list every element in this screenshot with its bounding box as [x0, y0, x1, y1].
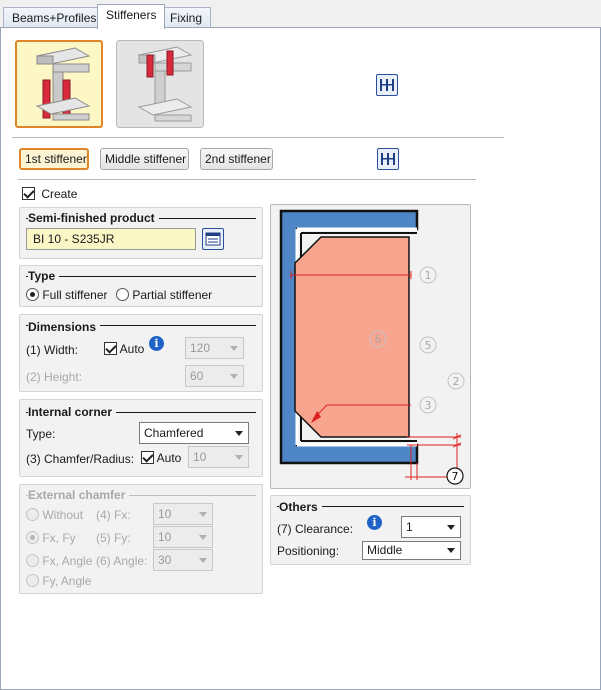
info-icon[interactable]: i	[367, 515, 382, 530]
callout-2: 2	[453, 375, 460, 388]
width-auto-label: Auto	[119, 342, 145, 356]
full-stiffener-radio[interactable]	[26, 288, 39, 301]
fx-value: 10	[158, 507, 172, 521]
partial-stiffener-label: Partial stiffener	[132, 288, 213, 302]
angle-value: 30	[158, 553, 172, 567]
info-icon[interactable]: i	[149, 336, 164, 351]
tab-fixing[interactable]: Fixing	[161, 7, 212, 28]
distribute-icon	[381, 153, 395, 165]
type-group: Type Full stiffener Partial stiffener	[19, 265, 263, 307]
clearance-value: 1	[406, 520, 413, 534]
internal-corner-group: Internal corner Type: Chamfered (3) Cham…	[19, 399, 263, 477]
callout-1: 1	[425, 269, 432, 282]
dimensions-title: Dimensions	[28, 320, 101, 334]
create-checkbox[interactable]	[22, 187, 35, 200]
callout-3: 3	[425, 399, 432, 412]
fx-angle-label: Fx, Angle	[42, 554, 93, 568]
divider	[12, 137, 504, 138]
catalog-icon	[205, 232, 221, 246]
others-title: Others	[279, 500, 322, 514]
fy-angle-radio-row[interactable]: Fy, Angle	[26, 574, 91, 588]
height-combo[interactable]: 60	[185, 365, 244, 387]
positioning-combo[interactable]: Middle	[362, 541, 461, 560]
corner-type-label: Type:	[26, 427, 56, 441]
stiffener-partial-icon	[137, 46, 193, 122]
corner-type-value: Chamfered	[144, 426, 204, 440]
fy-angle-radio[interactable]	[26, 574, 39, 587]
middle-stiffener-button[interactable]: Middle stiffener	[100, 148, 189, 170]
fx-label: (4) Fx:	[96, 508, 131, 522]
fy-value: 10	[158, 530, 172, 544]
height-label: (2) Height:	[26, 370, 83, 384]
corner-type-combo[interactable]: Chamfered	[139, 422, 249, 444]
chamfer-auto-row[interactable]: Auto	[141, 451, 181, 465]
distribute-icon	[380, 79, 394, 91]
stiffener-diagram: 1 2 3 5 6 7	[270, 204, 471, 489]
full-stiffener-label: Full stiffener	[42, 288, 108, 302]
chamfer-label: (3) Chamfer/Radius:	[26, 452, 135, 466]
clearance-combo[interactable]: 1	[401, 516, 461, 538]
angle-label: (6) Angle:	[96, 554, 148, 568]
chamfer-value: 10	[193, 450, 207, 464]
fy-angle-label: Fy, Angle	[42, 574, 92, 588]
width-label: (1) Width:	[26, 343, 79, 357]
chamfer-combo[interactable]: 10	[188, 446, 249, 468]
tab-strip: Beams+Profiles Stiffeners Fixing	[0, 0, 601, 29]
fx-fy-radio-row[interactable]: Fx, Fy	[26, 531, 76, 545]
width-auto-checkbox[interactable]	[104, 342, 117, 355]
divider	[18, 179, 476, 180]
callout-7: 7	[452, 470, 459, 483]
chamfer-auto-checkbox[interactable]	[141, 451, 154, 464]
internal-corner-title: Internal corner	[28, 405, 117, 419]
second-stiffener-button[interactable]: 2nd stiffener	[200, 148, 273, 170]
create-checkbox-row[interactable]: Create	[22, 187, 77, 201]
width-auto-row[interactable]: Auto	[104, 342, 144, 356]
others-group: Others (7) Clearance: i 1 Positioning: M…	[270, 495, 471, 565]
fx-angle-radio[interactable]	[26, 554, 39, 567]
semi-finished-group: Semi-finished product BI 10 - S235JR	[19, 207, 263, 259]
fx-fy-radio[interactable]	[26, 531, 39, 544]
positioning-value: Middle	[367, 543, 403, 557]
fx-fy-label: Fx, Fy	[42, 531, 76, 545]
dimensions-group: Dimensions (1) Width: Auto i 120 (2) Hei…	[19, 314, 263, 392]
catalog-button[interactable]	[202, 228, 224, 250]
tab-beams-profiles[interactable]: Beams+Profiles	[3, 7, 106, 28]
positioning-label: Positioning:	[277, 544, 340, 558]
stiffener-full-icon	[35, 47, 91, 121]
chamfer-auto-label: Auto	[156, 451, 182, 465]
stiffener-diagram-drawing: 1 2 3 5 6 7	[279, 209, 465, 485]
external-chamfer-title: External chamfer	[28, 488, 130, 502]
width-combo[interactable]: 120	[185, 337, 244, 359]
angle-combo[interactable]: 30	[153, 549, 213, 571]
full-stiffener-radio-row[interactable]: Full stiffener	[26, 288, 107, 302]
external-chamfer-group: External chamfer Without Fx, Fy Fx, Angl…	[19, 484, 263, 594]
fx-combo[interactable]: 10	[153, 503, 213, 525]
without-radio-row[interactable]: Without	[26, 508, 83, 522]
callout-5: 5	[425, 339, 432, 352]
first-stiffener-button[interactable]: 1st stiffener	[19, 148, 89, 170]
full-stiffener-type-button[interactable]	[15, 40, 103, 128]
type-title: Type	[28, 269, 60, 283]
distribute-stiffeners-button[interactable]	[376, 74, 398, 96]
tab-stiffeners[interactable]: Stiffeners	[97, 4, 166, 29]
fy-label: (5) Fy:	[96, 531, 131, 545]
partial-stiffener-type-button[interactable]	[116, 40, 204, 128]
fy-combo[interactable]: 10	[153, 526, 213, 548]
callout-6: 6	[375, 333, 382, 346]
fx-angle-radio-row[interactable]: Fx, Angle	[26, 554, 92, 568]
without-radio[interactable]	[26, 508, 39, 521]
clearance-label: (7) Clearance:	[277, 522, 354, 536]
width-value: 120	[190, 341, 211, 355]
semi-finished-title: Semi-finished product	[28, 211, 159, 225]
partial-stiffener-radio[interactable]	[116, 288, 129, 301]
distribute-stiffeners-button-2[interactable]	[377, 148, 399, 170]
create-label: Create	[41, 187, 78, 201]
height-value: 60	[190, 369, 204, 383]
without-label: Without	[42, 508, 84, 522]
semi-finished-field[interactable]: BI 10 - S235JR	[26, 228, 196, 250]
partial-stiffener-radio-row[interactable]: Partial stiffener	[116, 288, 212, 302]
